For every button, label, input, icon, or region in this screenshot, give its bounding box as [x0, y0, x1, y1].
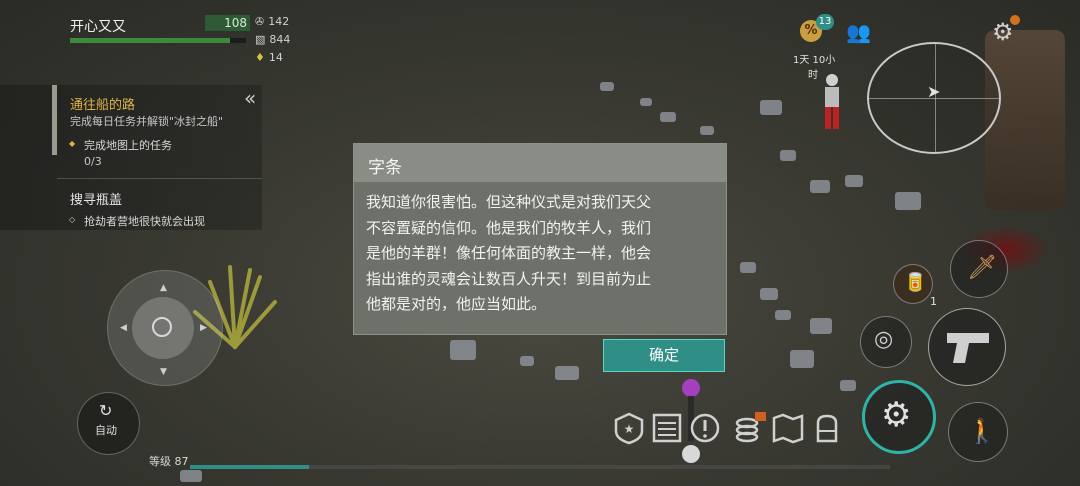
- tree-trunk: [985, 30, 1065, 210]
- svg-text:★: ★: [624, 422, 635, 436]
- quest-divider: [57, 178, 262, 179]
- stat-energy-value: 142: [268, 15, 290, 28]
- xp-bar: [190, 465, 890, 469]
- quest-task-2: 抢劫者营地很快就会出现: [84, 215, 205, 228]
- player-arrow-icon: ➤: [927, 82, 941, 101]
- crosshair-icon: ◎: [874, 327, 894, 352]
- quest-bullet-icon: ◆: [69, 139, 76, 148]
- dialog-body: 我知道你很害怕。但这种仪式是对我们天父 不容置疑的信仰。他是我们的牧羊人，我们 …: [366, 190, 716, 318]
- stat-water-value: 14: [268, 51, 283, 64]
- quest-task: 完成地图上的任务: [84, 139, 172, 152]
- joystick-knob[interactable]: [152, 317, 172, 337]
- quest-title-2[interactable]: 搜寻瓶盖: [70, 189, 122, 208]
- health-bar-fill: [70, 38, 231, 43]
- friends-icon[interactable]: 👥: [846, 20, 871, 44]
- arrow-left-icon: ◀: [120, 323, 127, 333]
- newspaper-icon[interactable]: [650, 411, 684, 445]
- note-dialog: 字条 我知道你很害怕。但这种仪式是对我们天父 不容置疑的信仰。他是我们的牧羊人，…: [353, 143, 727, 335]
- food-quick-slot[interactable]: 🥫: [893, 264, 933, 304]
- clan-icon[interactable]: ★: [612, 411, 646, 445]
- stat-food-value: 844: [269, 33, 291, 46]
- pistol-icon: [947, 333, 989, 363]
- dialog-line: 他都是对的，他应当如此。: [366, 295, 547, 313]
- stat-food: ▧ 844: [255, 33, 290, 46]
- canned-food-icon: 🥫: [904, 272, 927, 293]
- level-label: 等级 87: [149, 455, 189, 468]
- backpack-icon[interactable]: [810, 411, 844, 445]
- auto-refresh-icon: ↻: [99, 401, 113, 420]
- dialog-line: 我知道你很害怕。但这种仪式是对我们天父: [366, 193, 652, 211]
- notification-dot: [1010, 15, 1020, 25]
- dialog-title: 字条: [368, 158, 402, 178]
- knife-icon: 🗡: [967, 253, 998, 281]
- alert-icon[interactable]: [688, 411, 722, 445]
- quest-bullet-icon-2: ◇: [69, 215, 76, 224]
- event-timer-line2: 时: [808, 70, 818, 81]
- dialog-line: 不容置疑的信仰。他是我们的牧羊人，我们: [366, 218, 652, 237]
- map-icon[interactable]: [771, 411, 805, 445]
- player-name: 开心又又: [70, 19, 126, 35]
- fire-button[interactable]: [928, 308, 1006, 386]
- collapse-icon[interactable]: «: [244, 86, 256, 110]
- arrow-right-icon: ▶: [200, 323, 207, 333]
- gears-icon: ⚙: [881, 395, 912, 435]
- confirm-button[interactable]: 确定: [603, 339, 725, 372]
- dialog-line: 指出谁的灵魂会让数百人升天！到目前为止: [366, 269, 652, 288]
- enemy-character[interactable]: [812, 70, 852, 132]
- quest-subtitle: 完成每日任务并解锁"冰封之船": [70, 115, 224, 128]
- quest-progress: 0/3: [84, 155, 102, 168]
- energy-icon: ✇: [255, 15, 265, 28]
- stat-energy: ✇ 142: [255, 15, 289, 28]
- coins-shop-icon[interactable]: [733, 411, 767, 445]
- dialog-line: 是他的羊群！像任何体面的教主一样，他会: [366, 244, 652, 262]
- aim-button[interactable]: ◎: [860, 316, 912, 368]
- quest-active-marker: [52, 85, 57, 155]
- health-bar: [70, 38, 246, 43]
- discount-badge: 13: [816, 14, 834, 30]
- event-timer: 1天 10小: [793, 55, 836, 66]
- quest-title[interactable]: 通往船的路: [70, 94, 135, 113]
- crouch-icon: 🚶: [967, 417, 997, 445]
- minimap[interactable]: ➤: [867, 42, 1001, 154]
- auto-label: 自动: [95, 424, 117, 437]
- dialog-header: [354, 144, 726, 182]
- craft-settings-button[interactable]: ⚙: [862, 380, 936, 454]
- xp-bar-fill: [190, 465, 309, 469]
- food-icon: ▧: [255, 33, 266, 46]
- water-icon: ♦: [255, 51, 265, 64]
- health-value: 108: [205, 15, 250, 31]
- stat-water: ♦ 14: [255, 51, 283, 64]
- arrow-up-icon: ▲: [160, 283, 167, 293]
- melee-weapon-button[interactable]: 🗡: [950, 240, 1008, 298]
- food-count: 1: [930, 295, 937, 308]
- stealth-button[interactable]: 🚶: [948, 402, 1008, 462]
- arrow-down-icon: ▼: [160, 367, 167, 377]
